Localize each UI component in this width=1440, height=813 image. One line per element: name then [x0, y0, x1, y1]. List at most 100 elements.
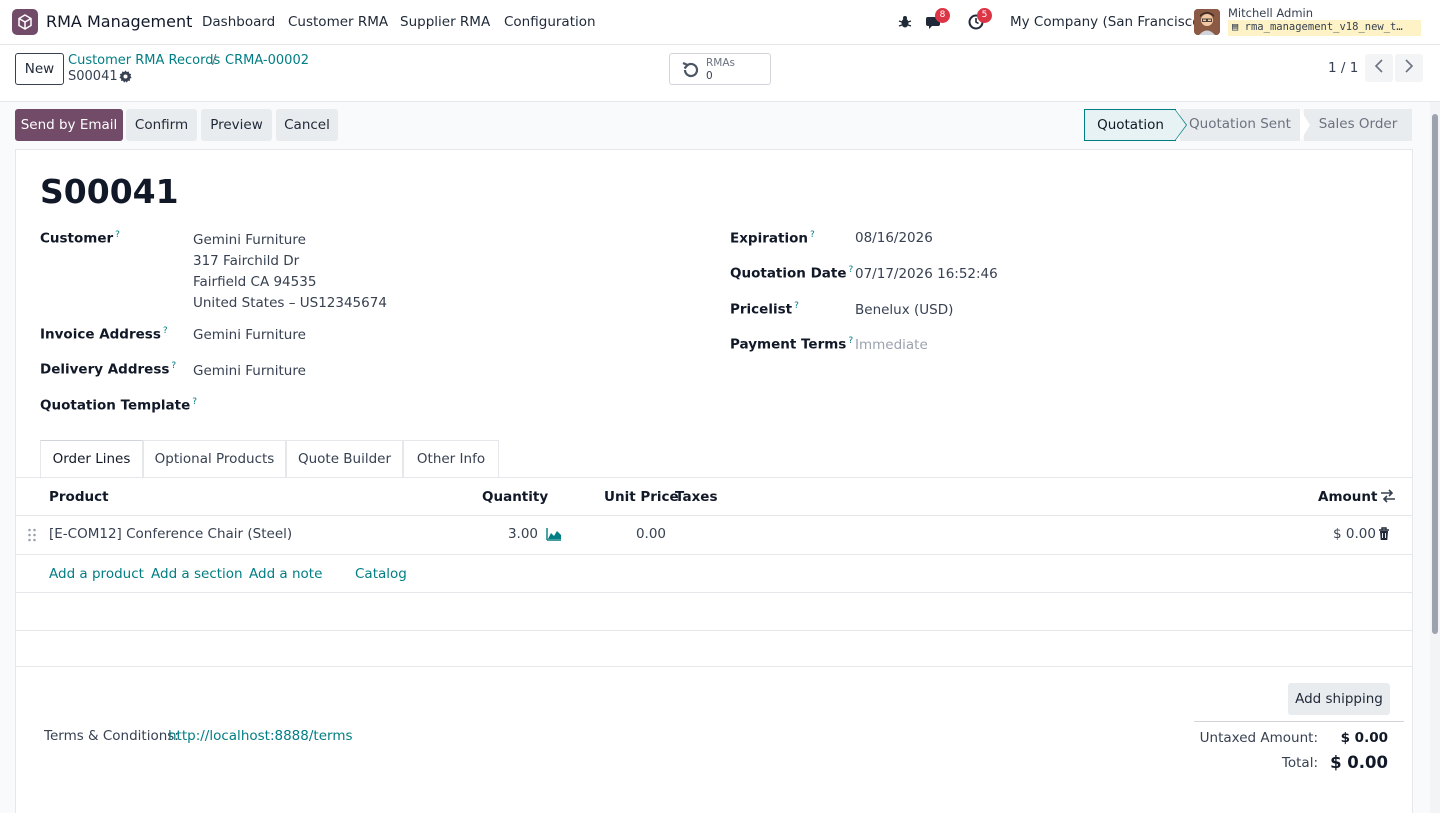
rmas-smart-count: 0 — [706, 70, 713, 82]
payment-terms-field[interactable]: Immediate — [855, 337, 928, 353]
menu-supplier-rma[interactable]: Supplier RMA — [400, 14, 490, 30]
record-title: S00041 — [40, 172, 179, 211]
stage-divider — [1300, 109, 1310, 141]
gear-icon[interactable] — [119, 70, 133, 84]
control-panel: New Customer RMA Records / CRMA-00002 S0… — [0, 45, 1440, 102]
pricelist-label: Pricelist? — [730, 301, 799, 318]
database-name: ▤ rma_management_v18_new_t… — [1228, 20, 1421, 36]
user-avatar[interactable] — [1194, 9, 1220, 35]
total-label: Total: — [1281, 755, 1318, 771]
column-quantity[interactable]: Quantity — [482, 489, 548, 505]
stage-sales-order[interactable]: Sales Order — [1304, 109, 1412, 141]
line-product[interactable]: [E-COM12] Conference Chair (Steel) — [49, 526, 292, 542]
delivery-address-field[interactable]: Gemini Furniture — [193, 363, 306, 379]
drag-handle-icon[interactable] — [27, 528, 37, 546]
row-divider — [16, 554, 1412, 555]
app-logo-icon[interactable] — [12, 9, 38, 35]
form-sheet: S00041 Customer? Gemini Furniture 317 Fa… — [15, 149, 1413, 813]
terms-link[interactable]: http://localhost:8888/terms — [168, 728, 353, 744]
user-name[interactable]: Mitchell Admin — [1228, 6, 1313, 20]
table-bottom-divider — [16, 666, 1412, 667]
send-by-email-button[interactable]: Send by Email — [15, 109, 123, 141]
totals-divider — [1194, 721, 1404, 722]
forecast-chart-icon[interactable] — [546, 527, 562, 545]
top-navbar: RMA Management Dashboard Customer RMA Su… — [0, 0, 1440, 45]
expiration-field[interactable]: 08/16/2026 — [855, 230, 933, 246]
chevron-right-icon — [1404, 59, 1414, 77]
debug-bug-icon[interactable] — [896, 13, 914, 31]
add-shipping-button[interactable]: Add shipping — [1288, 683, 1390, 715]
breadcrumb-separator: / — [212, 53, 217, 68]
status-bar: Quotation Sent Sales Order Quotation — [1084, 109, 1412, 141]
tab-quote-builder[interactable]: Quote Builder — [286, 440, 403, 478]
add-product-link[interactable]: Add a product — [49, 566, 144, 582]
menu-dashboard[interactable]: Dashboard — [202, 14, 275, 30]
confirm-button[interactable]: Confirm — [126, 109, 197, 141]
line-quantity[interactable]: 3.00 — [482, 526, 538, 542]
activities-badge: 5 — [977, 8, 992, 23]
tab-optional-products[interactable]: Optional Products — [143, 440, 286, 478]
page-scrollbar[interactable] — [1430, 102, 1440, 813]
messages-badge: 8 — [935, 8, 950, 23]
empty-row — [16, 631, 1412, 666]
rmas-smart-button[interactable]: RMAs 0 — [669, 53, 771, 85]
customer-name: Gemini Furniture — [193, 232, 306, 248]
pager-next-button[interactable] — [1395, 54, 1423, 82]
optional-columns-toggle-icon[interactable] — [1380, 488, 1396, 508]
untaxed-amount-label: Untaxed Amount: — [1199, 730, 1318, 746]
tabs-divider — [16, 477, 1412, 478]
pager-previous-button[interactable] — [1365, 54, 1393, 82]
activities-clock-icon[interactable]: 5 — [967, 8, 992, 31]
customer-field[interactable]: Gemini Furniture 317 Fairchild Dr Fairfi… — [193, 230, 387, 314]
column-amount[interactable]: Amount — [1318, 489, 1377, 505]
quotation-template-field[interactable] — [193, 398, 493, 416]
untaxed-amount-value: $ 0.00 — [1340, 730, 1388, 746]
chevron-left-icon — [1374, 59, 1384, 77]
rmas-smart-label: RMAs — [706, 57, 736, 69]
trash-icon[interactable] — [1378, 527, 1390, 545]
quotation-template-label: Quotation Template? — [40, 397, 198, 414]
breadcrumb-crma-record[interactable]: CRMA-00002 — [225, 53, 309, 68]
cancel-button[interactable]: Cancel — [276, 109, 338, 141]
catalog-link[interactable]: Catalog — [355, 566, 407, 582]
undo-arrow-icon — [680, 60, 700, 84]
breadcrumb-current-record: S00041 — [68, 69, 118, 84]
messages-icon[interactable]: 8 — [925, 8, 950, 31]
add-section-link[interactable]: Add a section — [151, 566, 243, 582]
pricelist-field[interactable]: Benelux (USD) — [855, 302, 953, 318]
column-product[interactable]: Product — [49, 489, 109, 505]
tab-order-lines[interactable]: Order Lines — [40, 440, 143, 479]
column-unit-price[interactable]: Unit Price — [604, 489, 679, 505]
app-name[interactable]: RMA Management — [46, 12, 192, 31]
new-button[interactable]: New — [15, 53, 64, 85]
invoice-address-field[interactable]: Gemini Furniture — [193, 327, 306, 343]
pager-value[interactable]: 1 / 1 — [1328, 60, 1358, 76]
stage-quotation-sent[interactable]: Quotation Sent — [1180, 109, 1300, 141]
company-switcher[interactable]: My Company (San Francisco) — [1010, 14, 1206, 30]
customer-label: Customer? — [40, 230, 120, 247]
scrollbar-thumb[interactable] — [1432, 114, 1438, 634]
total-value: $ 0.00 — [1330, 753, 1388, 772]
customer-city: Fairfield CA 94535 — [193, 274, 317, 290]
stage-arrow-fill — [1175, 110, 1186, 140]
stage-quotation[interactable]: Quotation — [1084, 109, 1176, 141]
database-label: rma_management_v18_new_t… — [1244, 21, 1403, 33]
database-icon: ▤ — [1232, 21, 1245, 33]
empty-row — [16, 593, 1412, 630]
tab-other-info[interactable]: Other Info — [403, 440, 499, 478]
expiration-label: Expiration? — [730, 230, 815, 247]
menu-configuration[interactable]: Configuration — [504, 14, 596, 30]
column-taxes[interactable]: Taxes — [675, 489, 717, 505]
breadcrumb-customer-rma-records[interactable]: Customer RMA Records — [68, 53, 220, 68]
preview-button[interactable]: Preview — [201, 109, 272, 141]
customer-country: United States – US12345674 — [193, 295, 387, 311]
quotation-date-field[interactable]: 07/17/2026 16:52:46 — [855, 266, 998, 282]
invoice-address-label: Invoice Address? — [40, 326, 168, 343]
menu-customer-rma[interactable]: Customer RMA — [288, 14, 388, 30]
line-unit-price[interactable]: 0.00 — [606, 526, 666, 542]
quotation-date-label: Quotation Date? — [730, 265, 854, 282]
terms-label: Terms & Conditions: — [44, 728, 179, 744]
add-note-link[interactable]: Add a note — [249, 566, 322, 582]
payment-terms-label: Payment Terms? — [730, 336, 854, 353]
customer-street: 317 Fairchild Dr — [193, 253, 300, 269]
